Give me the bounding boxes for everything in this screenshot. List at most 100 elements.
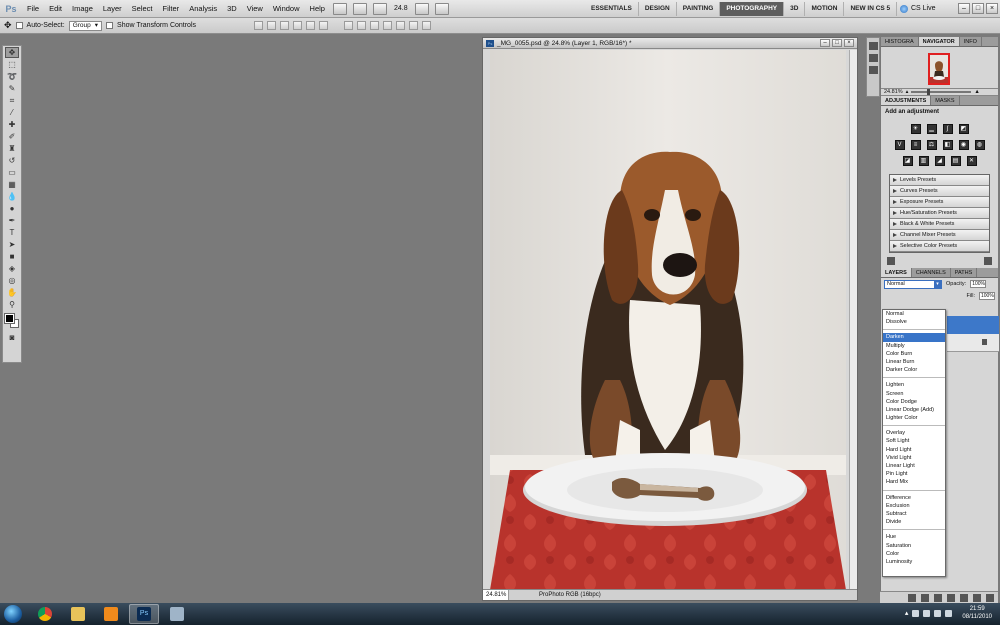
workspace-painting[interactable]: PAINTING [677, 2, 721, 16]
power-icon[interactable] [945, 609, 953, 617]
status-profile[interactable]: ProPhoto RGB (16bpc) [509, 590, 601, 600]
dodge-tool-icon[interactable]: ● [5, 203, 19, 214]
hand-tool-icon[interactable]: ✋ [5, 287, 19, 298]
quick-selection-tool-icon[interactable]: ✎ [5, 83, 19, 94]
color-balance-icon[interactable]: ⚖ [926, 140, 937, 150]
tab-channels[interactable]: CHANNELS [912, 268, 951, 277]
preset-item[interactable]: Hue/Saturation Presets [890, 208, 989, 219]
3d-orbit-tool-icon[interactable]: ◎ [5, 275, 19, 286]
auto-select-dropdown[interactable]: Group ▾ [68, 20, 103, 31]
move-tool-icon[interactable]: ✥ [4, 20, 12, 31]
vertical-scrollbar[interactable] [849, 50, 857, 590]
marquee-tool-icon[interactable]: ⬚ [5, 59, 19, 70]
menu-item-layer[interactable]: Layer [98, 0, 127, 18]
invert-icon[interactable]: ◪ [902, 156, 913, 166]
curves-icon[interactable]: ∫ [942, 124, 953, 134]
posterize-icon[interactable]: ▥ [918, 156, 929, 166]
blend-mode-option[interactable]: Darken [883, 333, 945, 342]
preset-item[interactable]: Curves Presets [890, 186, 989, 197]
align-top-icon[interactable] [254, 21, 264, 30]
mini-bridge-button[interactable] [352, 2, 367, 15]
preset-item[interactable]: Selective Color Presets [890, 241, 989, 252]
document-canvas[interactable] [490, 50, 846, 590]
selective-color-icon[interactable]: ✕ [966, 156, 977, 166]
eyedropper-tool-icon[interactable]: ⁄ [5, 107, 19, 118]
blend-mode-option[interactable]: Hard Light [883, 446, 945, 454]
new-adjustment-layer-icon[interactable] [947, 594, 955, 602]
navigator-view-box[interactable] [928, 53, 950, 85]
gradient-tool-icon[interactable]: ▦ [5, 179, 19, 190]
taskbar-media-player[interactable] [96, 604, 126, 624]
brush-tool-icon[interactable]: ✐ [5, 131, 19, 142]
history-brush-tool-icon[interactable]: ↺ [5, 155, 19, 166]
fill-input[interactable]: 100% [979, 292, 995, 300]
taskbar-window[interactable] [162, 604, 192, 624]
blend-mode-option[interactable]: Lighten [883, 381, 945, 389]
tab-histogra[interactable]: HISTOGRA [881, 37, 919, 46]
exposure-icon[interactable]: ◩ [958, 124, 969, 134]
network-icon[interactable] [912, 609, 920, 617]
workspace-3d[interactable]: 3D [784, 2, 806, 16]
healing-brush-tool-icon[interactable]: ✚ [5, 119, 19, 130]
blend-mode-option[interactable]: Linear Dodge (Add) [883, 406, 945, 414]
gradient-map-icon[interactable]: ▤ [950, 156, 961, 166]
taskbar-chrome[interactable] [30, 604, 60, 624]
align-middle-icon[interactable] [267, 21, 277, 30]
minimize-icon[interactable]: – [820, 39, 830, 47]
arrange-documents-button[interactable] [414, 2, 429, 15]
align-right-icon[interactable] [319, 21, 329, 30]
maximize-icon[interactable]: □ [972, 3, 984, 14]
hue-saturation-icon[interactable]: ≡ [910, 140, 921, 150]
menu-item-3d[interactable]: 3D [222, 0, 242, 18]
blend-mode-option[interactable]: Subtract [883, 510, 945, 518]
menu-item-filter[interactable]: Filter [158, 0, 185, 18]
color-swatches[interactable] [4, 313, 20, 329]
black-white-icon[interactable]: ◧ [942, 140, 953, 150]
blend-mode-option[interactable]: Dissolve [883, 318, 945, 326]
brightness-contrast-icon[interactable]: ☀ [910, 124, 921, 134]
clone-stamp-tool-icon[interactable]: ♜ [5, 143, 19, 154]
tab-paths[interactable]: PATHS [951, 268, 978, 277]
blend-mode-option[interactable]: Normal [883, 310, 945, 318]
blend-mode-option[interactable]: Multiply [883, 342, 945, 350]
lasso-tool-icon[interactable]: ➰ [5, 71, 19, 82]
threshold-icon[interactable]: ◢ [934, 156, 945, 166]
cs-live[interactable]: CS Live [900, 2, 936, 16]
blend-mode-option[interactable]: Darker Color [883, 366, 945, 374]
levels-icon[interactable]: ▁ [926, 124, 937, 134]
clip-layer-icon[interactable] [887, 257, 895, 265]
vibrance-icon[interactable]: V [894, 140, 905, 150]
clock[interactable]: 21:59 08/11/2010 [962, 605, 992, 621]
menu-item-file[interactable]: File [22, 0, 44, 18]
add-mask-icon[interactable] [934, 594, 942, 602]
history-panel-icon[interactable] [868, 42, 878, 50]
photo-filter-icon[interactable]: ◉ [958, 140, 969, 150]
layer-style-icon[interactable] [921, 594, 929, 602]
brushes-panel-icon[interactable] [868, 54, 878, 62]
move-tool-icon[interactable]: ✥ [5, 47, 19, 58]
taskbar-explorer[interactable] [63, 604, 93, 624]
taskbar-photoshop[interactable]: Ps [129, 604, 159, 624]
blend-mode-option[interactable]: Exclusion [883, 502, 945, 510]
layer-row-selected[interactable] [947, 316, 999, 334]
tab-masks[interactable]: MASKS [931, 96, 960, 105]
blend-mode-option[interactable]: Luminosity [883, 558, 945, 566]
panel-menu-icon[interactable] [984, 257, 992, 265]
type-tool-icon[interactable]: T [5, 227, 19, 238]
blend-mode-option[interactable]: Color [883, 550, 945, 558]
auto-select-checkbox[interactable] [15, 22, 23, 29]
channel-mixer-icon[interactable]: ◍ [974, 140, 985, 150]
blend-mode-option[interactable]: Linear Burn [883, 358, 945, 366]
blend-mode-option[interactable]: Overlay [883, 429, 945, 437]
workspace-essentials[interactable]: ESSENTIALS [585, 2, 639, 16]
align-left-icon[interactable] [293, 21, 303, 30]
tray-expand-icon[interactable]: ▴ [905, 609, 909, 617]
navigator-zoom-value[interactable]: 24.81% [884, 89, 903, 96]
align-center-icon[interactable] [306, 21, 316, 30]
menu-item-help[interactable]: Help [305, 0, 330, 18]
preset-item[interactable]: Black & White Presets [890, 219, 989, 230]
opacity-input[interactable]: 100% [970, 280, 987, 288]
preset-item[interactable]: Levels Presets [890, 175, 989, 186]
workspace-photography[interactable]: PHOTOGRAPHY [720, 2, 785, 16]
tab-layers[interactable]: LAYERS [881, 268, 912, 277]
